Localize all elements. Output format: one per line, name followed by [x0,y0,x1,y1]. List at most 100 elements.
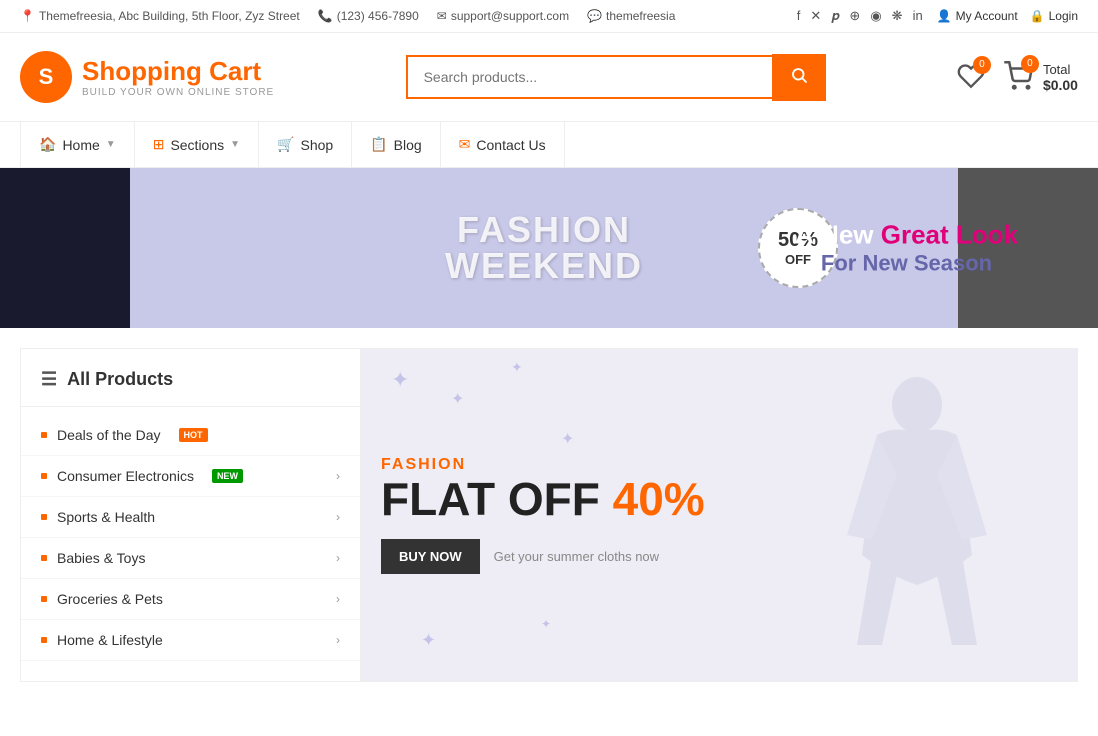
top-bar-right: f ✕ 𝒑 ⊕ ◉ ❋ in 👤 My Account 🔒 Login [797,8,1078,24]
logo-icon: S [20,51,72,103]
hero-new-text: A New [795,220,874,250]
buy-now-button[interactable]: BUY NOW [381,539,480,574]
sidebar: ☰ All Products Deals of the Day HOT Cons… [21,349,361,681]
sidebar-item-left-electronics: Consumer Electronics NEW [41,468,243,484]
sidebar-label-electronics: Consumer Electronics [57,468,194,484]
top-bar: 📍 Themefreesia, Abc Building, 5th Floor,… [0,0,1098,33]
sidebar-item-home-lifestyle[interactable]: Home & Lifestyle › [21,620,360,661]
sidebar-item-groceries[interactable]: Groceries & Pets › [21,579,360,620]
sidebar-bullet-6 [41,637,47,643]
sidebar-bullet-4 [41,555,47,561]
sidebar-header: ☰ All Products [21,369,360,407]
sidebar-item-left-sports: Sports & Health [41,509,155,525]
home-icon: 🏠 [39,136,56,153]
twitter-icon[interactable]: ✕ [810,8,821,24]
nav-link-shop[interactable]: 🛒 Shop [259,122,352,167]
logo-title: Shopping Cart [82,56,274,87]
my-account-link[interactable]: 👤 My Account [937,9,1018,23]
badge-hot: HOT [179,428,208,442]
address-info: 📍 Themefreesia, Abc Building, 5th Floor,… [20,9,300,23]
nav-item-contact: ✉ Contact Us [441,122,565,167]
logo-subtitle: BUILD YOUR OWN ONLINE STORE [82,87,274,98]
instagram-icon[interactable]: ◉ [870,8,881,24]
sidebar-item-deals[interactable]: Deals of the Day HOT [21,415,360,456]
nav-item-shop: 🛒 Shop [259,122,352,167]
flickr-icon[interactable]: ❋ [892,8,903,24]
search-button[interactable] [772,54,826,101]
pinterest-icon[interactable]: 𝒑 [831,8,839,24]
shop-icon: 🛒 [277,136,294,153]
sidebar-bullet-2 [41,473,47,479]
banner-fashion-label: FASHION [381,456,705,474]
logo-text: Shopping Cart BUILD YOUR OWN ONLINE STOR… [82,56,274,98]
nav-item-blog: 📋 Blog [352,122,440,167]
hero-line2: WEEKEND [445,248,643,284]
banner-flat-text: FLAT OFF [381,473,600,525]
wishlist-button[interactable]: 0 [957,62,985,93]
facebook-icon[interactable]: f [797,8,801,24]
star-deco-5: ✦ [541,617,551,631]
email-icon: ✉ [437,9,447,23]
linkedin-icon[interactable]: in [913,8,923,24]
nav-list: 🏠 Home ▼ ⊞ Sections ▼ 🛒 Shop 📋 Blog [20,122,1078,167]
chevron-right-icon: › [336,469,340,483]
banner-description: Get your summer cloths now [494,549,659,564]
main-content: ☰ All Products Deals of the Day HOT Cons… [20,348,1078,682]
grid-icon: ⊞ [153,136,165,153]
dribbble-icon[interactable]: ⊕ [849,8,860,24]
search-bar [406,54,826,101]
nav-item-sections: ⊞ Sections ▼ [135,122,259,167]
nav-link-blog[interactable]: 📋 Blog [352,122,440,167]
sidebar-item-sports[interactable]: Sports & Health › [21,497,360,538]
skype-icon: 💬 [587,9,602,23]
hamburger-icon: ☰ [41,369,57,390]
chevron-right-icon-sports: › [336,510,340,524]
login-link[interactable]: 🔒 Login [1030,9,1078,23]
banner-cta-row: BUY NOW Get your summer cloths now [381,539,705,574]
hero-line1: FASHION [457,212,631,248]
cart-icon-wrap: 0 [1003,61,1033,94]
promo-banner: ✦ ✦ ✦ ✦ ✦ ✦ FASHION FLAT OFF 40% BUY NOW… [361,349,1077,681]
nav-link-contact[interactable]: ✉ Contact Us [441,122,565,167]
cart-total-value: $0.00 [1043,77,1078,93]
phone-info: 📞 (123) 456-7890 [318,9,419,23]
banner-headline: FLAT OFF 40% [381,474,705,525]
badge-new: NEW [212,469,243,483]
sidebar-label-babies: Babies & Toys [57,550,145,566]
cart-badge: 0 [1021,55,1039,73]
banner-figure [757,349,1077,681]
chevron-right-icon-babies: › [336,551,340,565]
top-bar-left: 📍 Themefreesia, Abc Building, 5th Floor,… [20,9,675,23]
logo[interactable]: S Shopping Cart BUILD YOUR OWN ONLINE ST… [20,51,274,103]
location-icon: 📍 [20,9,35,23]
sidebar-label-sports: Sports & Health [57,509,155,525]
nav-link-home[interactable]: 🏠 Home ▼ [20,122,135,167]
search-input[interactable] [406,55,772,99]
sidebar-item-left-deals: Deals of the Day HOT [41,427,208,443]
hero-tagline: A New Great Look For New Season [795,220,1018,277]
hero-season-text: For New Season [795,251,1018,277]
header-right: 0 0 Total $0.00 [957,61,1078,94]
sidebar-label-home: Home & Lifestyle [57,632,163,648]
chevron-right-icon-home: › [336,633,340,647]
blog-icon: 📋 [370,136,387,153]
skype-info: 💬 themefreesia [587,9,675,23]
sidebar-item-babies[interactable]: Babies & Toys › [21,538,360,579]
cart-total: Total $0.00 [1043,62,1078,93]
cart-button[interactable]: 0 Total $0.00 [1003,61,1078,94]
star-deco-3: ✦ [511,359,523,376]
banner-pct-text: 40% [613,473,705,525]
cart-total-label: Total [1043,62,1070,77]
hero-great-text: Great Look [881,220,1018,250]
sidebar-label-deals: Deals of the Day [57,427,161,443]
star-deco-1: ✦ [391,367,409,393]
sidebar-label-groceries: Groceries & Pets [57,591,163,607]
nav-link-sections[interactable]: ⊞ Sections ▼ [135,122,259,167]
account-icon: 👤 [937,9,952,23]
chevron-down-icon-sections: ▼ [230,139,240,150]
star-deco-4: ✦ [421,630,436,651]
sidebar-item-electronics[interactable]: Consumer Electronics NEW › [21,456,360,497]
hero-banner: FASHION WEEKEND 50% OFF A New Great Look… [0,168,1098,328]
header: S Shopping Cart BUILD YOUR OWN ONLINE ST… [0,33,1098,121]
main-nav: 🏠 Home ▼ ⊞ Sections ▼ 🛒 Shop 📋 Blog [0,121,1098,168]
